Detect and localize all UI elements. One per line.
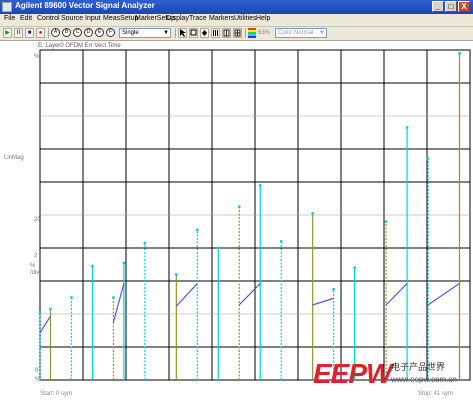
grid-icon[interactable] [233, 28, 242, 38]
trace-point [195, 228, 199, 232]
round-button-d[interactable]: D [84, 28, 93, 37]
chevron-down-icon: ▼ [319, 30, 325, 36]
trace-points [38, 51, 461, 314]
eepw-logo: EEPW [313, 358, 392, 389]
trace-point [38, 310, 42, 314]
trace-window[interactable]: E: Layer0 OFDM Err Vect Time 20 % LinMag… [0, 41, 473, 400]
trace-ramp [427, 283, 460, 306]
plot-grid [39, 49, 471, 381]
close-button[interactable]: X [458, 1, 470, 12]
sweep-mode-select[interactable]: Single ▼ [119, 28, 171, 38]
trace-point [384, 220, 388, 224]
color-scale-icon [248, 28, 256, 38]
eepw-url: www.eepw.com.cn [391, 375, 457, 384]
menu-control[interactable]: Control [37, 15, 60, 22]
trace-point [112, 296, 115, 299]
menu-bar: File Edit Control Source Input MeasSetup… [0, 14, 473, 27]
layout-icon[interactable] [222, 28, 231, 38]
trace-point [311, 211, 315, 215]
trace-point [458, 51, 461, 55]
trace-point [332, 287, 336, 291]
trace-point [279, 240, 283, 243]
round-button-f[interactable]: F [106, 28, 115, 37]
trace-point [49, 307, 52, 311]
marker-icon[interactable] [200, 28, 209, 38]
window-title: Agilent 89600 Vector Signal Analyzer [15, 1, 155, 10]
pause-icon[interactable]: II [14, 28, 23, 38]
trace-ramp [39, 315, 51, 333]
toolbar-separator [245, 28, 246, 38]
trace-ramp [385, 283, 408, 306]
menu-meassetup[interactable]: MeasSetup [103, 15, 138, 22]
trace-point [258, 183, 262, 187]
round-button-c[interactable]: C [73, 28, 82, 37]
trace-point [143, 241, 147, 245]
trace-lines [39, 53, 461, 380]
bars-icon[interactable] [211, 28, 220, 38]
chevron-down-icon: ▼ [163, 30, 169, 36]
sweep-mode-value: Single [122, 30, 139, 36]
play-icon[interactable]: ▶ [3, 28, 12, 38]
menu-file[interactable]: File [4, 15, 15, 22]
round-button-a[interactable]: A [51, 28, 60, 37]
menu-markers[interactable]: Markers [209, 15, 234, 22]
trace-point [174, 273, 178, 276]
maximize-button[interactable]: □ [445, 1, 457, 12]
persistence-percent: 63% [258, 30, 271, 36]
trace-ramp [238, 283, 261, 306]
minimize-button[interactable]: _ [432, 1, 444, 12]
zoom-box-icon[interactable] [189, 28, 198, 38]
trace-point [122, 261, 126, 265]
app-icon [2, 2, 12, 12]
err-vect-time-plot[interactable] [0, 41, 473, 386]
toolbar-separator [175, 28, 176, 38]
record-icon[interactable]: ● [36, 28, 45, 38]
color-mode-value: Color Normal [278, 30, 314, 36]
round-button-e[interactable]: E [95, 28, 104, 37]
trace-point [353, 266, 357, 270]
stop-icon[interactable]: ■ [25, 28, 34, 38]
menu-source[interactable]: Source [61, 15, 83, 22]
round-button-b[interactable]: B [62, 28, 71, 37]
menu-help[interactable]: Help [256, 15, 270, 22]
trace-point [70, 296, 73, 299]
trace-point [426, 157, 430, 161]
trace-ramp [312, 297, 334, 306]
trace-ramp [112, 283, 125, 323]
trace-point [91, 264, 94, 268]
menu-display[interactable]: Display [166, 15, 189, 22]
eepw-watermark: EEPW 电子产品世界 www.eepw.com.cn [313, 358, 471, 396]
trace-ramp [175, 283, 198, 307]
trace-point [237, 205, 241, 209]
window-title-bar[interactable]: Agilent 89600 Vector Signal Analyzer _ □… [0, 0, 473, 14]
menu-trace[interactable]: Trace [189, 15, 207, 22]
eepw-chinese-name: 电子产品世界 [391, 362, 446, 372]
menu-input[interactable]: Input [85, 15, 101, 22]
pointer-icon[interactable] [178, 28, 187, 38]
trace-point [216, 246, 220, 250]
toolbar-separator [48, 28, 49, 38]
start-label: Start: 0 sym [40, 391, 73, 397]
trace-point [405, 126, 409, 129]
toolbar: ▶ II ■ ● A B C D E F Single ▼ 63% Color … [0, 27, 473, 41]
menu-utilities[interactable]: Utilities [234, 15, 257, 22]
menu-edit[interactable]: Edit [20, 15, 32, 22]
color-mode-select[interactable]: Color Normal ▼ [275, 28, 327, 38]
